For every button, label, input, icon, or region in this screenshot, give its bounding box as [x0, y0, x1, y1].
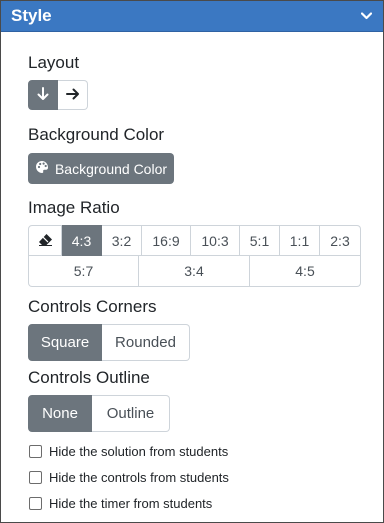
hide-solution-label: Hide the solution from students — [49, 444, 229, 459]
hide-timer-option[interactable]: Hide the timer from students — [29, 496, 212, 511]
hide-timer-checkbox[interactable] — [29, 497, 42, 510]
controls-outline-title: Controls Outline — [28, 368, 150, 387]
layout-horizontal-button[interactable] — [58, 80, 88, 110]
layout-button-group — [28, 80, 88, 110]
hide-timer-label: Hide the timer from students — [49, 496, 213, 511]
controls-corners-title: Controls Corners — [28, 297, 157, 316]
layout-title: Layout — [28, 53, 80, 72]
hide-solution-option[interactable]: Hide the solution from students — [29, 444, 228, 459]
clear-ratio-button[interactable] — [28, 225, 62, 256]
hide-controls-option[interactable]: Hide the controls from students — [29, 470, 229, 485]
arrow-down-icon — [37, 86, 49, 104]
ratio-16-9-button[interactable]: 16:9 — [142, 225, 191, 256]
corners-square-button[interactable]: Square — [28, 324, 102, 361]
corners-rounded-button[interactable]: Rounded — [102, 324, 190, 361]
arrow-right-icon — [65, 87, 80, 103]
controls-outline-button-group: None Outline — [28, 395, 170, 432]
outline-none-button[interactable]: None — [28, 395, 92, 432]
image-ratio-row-1: 4:3 3:2 16:9 10:3 5:1 1:1 2:3 — [28, 225, 361, 256]
eraser-icon — [38, 233, 53, 249]
ratio-2-3-button[interactable]: 2:3 — [320, 225, 361, 256]
hide-controls-label: Hide the controls from students — [49, 470, 229, 485]
image-ratio-title: Image Ratio — [28, 198, 120, 217]
ratio-5-1-button[interactable]: 5:1 — [240, 225, 280, 256]
ratio-3-2-button[interactable]: 3:2 — [102, 225, 142, 256]
ratio-10-3-button[interactable]: 10:3 — [191, 225, 240, 256]
panel-title: Style — [11, 6, 52, 25]
image-ratio-row-2: 5:7 3:4 4:5 — [28, 256, 361, 287]
chevron-down-icon[interactable] — [359, 9, 373, 23]
ratio-1-1-button[interactable]: 1:1 — [280, 225, 320, 256]
hide-controls-checkbox[interactable] — [29, 471, 42, 484]
background-color-button[interactable]: Background Color — [28, 153, 174, 184]
palette-icon — [35, 160, 49, 177]
background-color-button-label: Background Color — [54, 160, 168, 177]
layout-vertical-button[interactable] — [28, 80, 58, 110]
ratio-4-3-button[interactable]: 4:3 — [62, 225, 102, 256]
background-color-title: Background Color — [28, 125, 165, 144]
style-panel-header[interactable]: Style — [1, 1, 383, 32]
ratio-4-5-button[interactable]: 4:5 — [250, 256, 361, 287]
outline-outline-button[interactable]: Outline — [92, 395, 170, 432]
controls-corners-button-group: Square Rounded — [28, 324, 190, 361]
hide-solution-checkbox[interactable] — [29, 445, 42, 458]
style-panel: Style Layout Background Color Background… — [0, 0, 384, 523]
ratio-5-7-button[interactable]: 5:7 — [28, 256, 139, 287]
ratio-3-4-button[interactable]: 3:4 — [139, 256, 250, 287]
